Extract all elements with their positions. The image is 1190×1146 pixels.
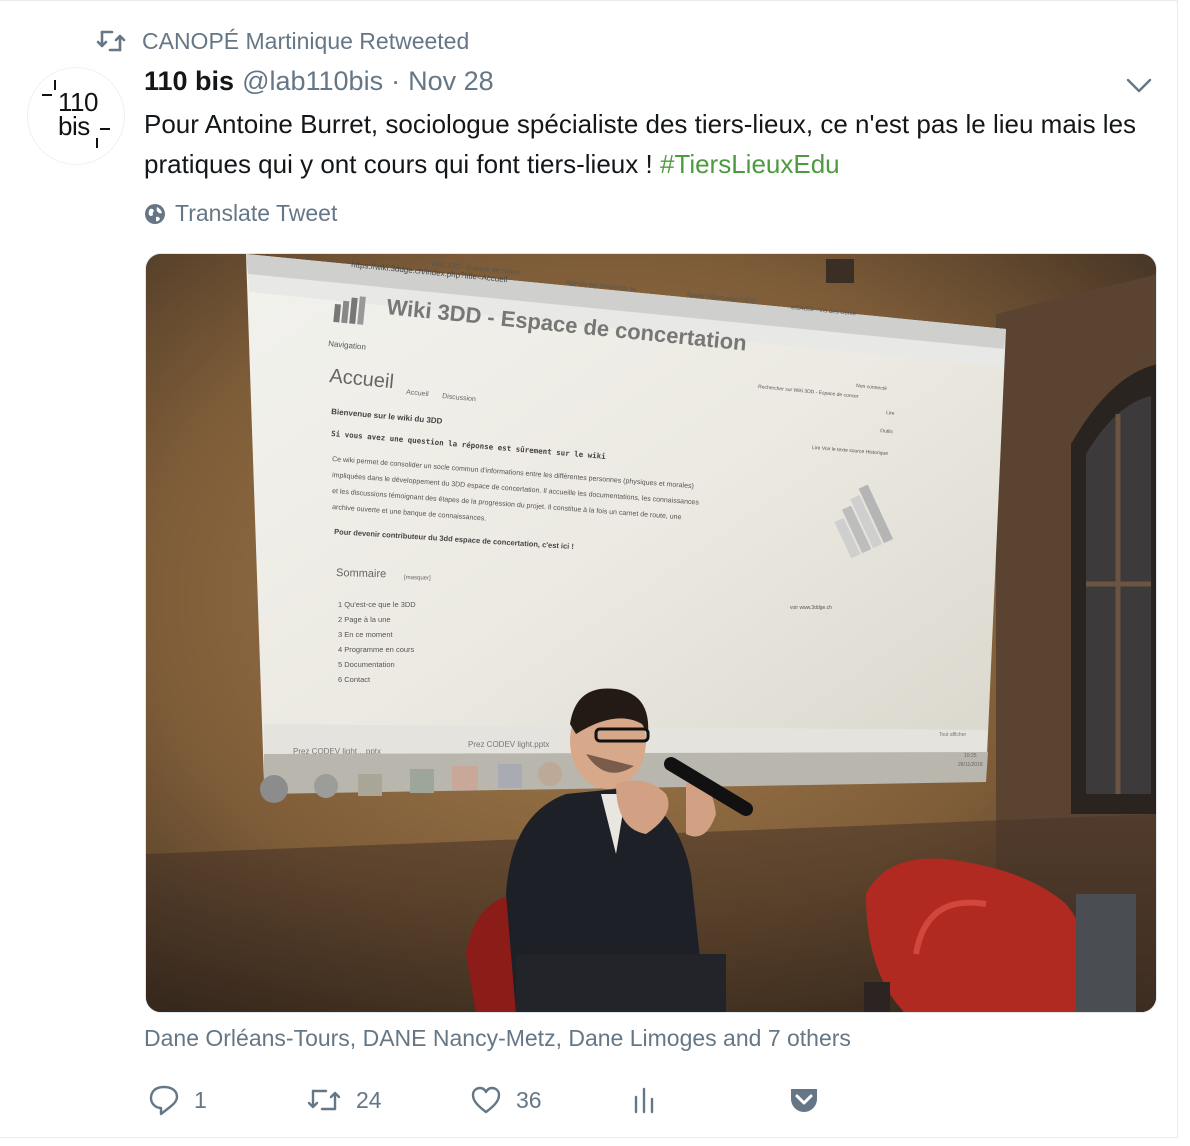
like-button[interactable]: 36: [470, 1078, 542, 1122]
taskbar-clock: 10:25: [964, 753, 977, 759]
taskbar-date: 28/11/2018: [958, 762, 983, 768]
translate-label: Translate Tweet: [175, 200, 338, 226]
logo-tick: [96, 138, 98, 148]
tweet-body: Pour Antoine Burret, sociologue spéciali…: [144, 109, 1137, 179]
wiki-toc-item: 5 Documentation: [338, 660, 395, 669]
reply-button[interactable]: 1: [148, 1078, 207, 1122]
retweet-count: 24: [356, 1086, 382, 1113]
retweet-button[interactable]: 24: [306, 1078, 382, 1122]
tweet-photo[interactable]: Wiki 3DD - Espace de conce Agenda des re…: [145, 253, 1157, 1013]
reply-icon: [149, 1085, 179, 1116]
wiki-toc-item: 4 Programme en cours: [338, 645, 415, 654]
analytics-button[interactable]: [632, 1078, 656, 1122]
retweet-icon: [96, 30, 126, 52]
heart-icon: [471, 1086, 501, 1114]
photo-illustration: Wiki 3DD - Espace de conce Agenda des re…: [146, 254, 1156, 1012]
author-handle[interactable]: @lab110bis: [242, 66, 383, 97]
retweet-icon: [307, 1089, 341, 1111]
cup: [864, 982, 890, 1012]
logo-text: 110 bis: [58, 89, 98, 141]
tweet-actions: 1 24 36: [144, 1078, 1144, 1122]
tagged-users[interactable]: Dane Orléans-Tours, DANE Nancy-Metz, Dan…: [144, 1025, 851, 1052]
author-name[interactable]: 110 bis: [144, 66, 234, 97]
wiki-see-link: voir www.3ddge.ch: [790, 605, 832, 611]
retweet-context[interactable]: CANOPÉ Martinique Retweeted: [96, 26, 469, 56]
download-item: Prez CODEV light.pptx: [468, 740, 549, 749]
like-count: 36: [516, 1086, 542, 1113]
wiki-toc-item: 2 Page à la une: [338, 615, 391, 624]
logo-line-2: bis: [58, 111, 90, 141]
tweet-text: Pour Antoine Burret, sociologue spéciali…: [144, 104, 1144, 184]
pocket-icon: [791, 1089, 817, 1112]
hashtag-link[interactable]: #TiersLieuxEdu: [660, 149, 840, 179]
wiki-toc-title: Sommaire: [336, 567, 386, 580]
tweet-header: 110 bis @lab110bis · Nov 28: [144, 66, 494, 97]
pocket-button[interactable]: [788, 1078, 820, 1122]
separator: ·: [391, 66, 401, 96]
translate-tweet-link[interactable]: Translate Tweet: [144, 200, 337, 227]
wiki-toc-item: 3 En ce moment: [338, 630, 394, 639]
tweet-card[interactable]: CANOPÉ Martinique Retweeted 110 bis 110 …: [0, 0, 1178, 1138]
globe-icon: [145, 203, 165, 224]
wiki-read: Lire: [886, 410, 895, 417]
logo-tick: [42, 94, 52, 96]
logo-tick: [100, 128, 110, 130]
reply-count: 1: [194, 1086, 207, 1113]
show-all: Tout afficher: [939, 732, 966, 738]
divider: [0, 0, 1178, 4]
chevron-down-icon[interactable]: [1124, 74, 1154, 98]
retweet-context-text: CANOPÉ Martinique Retweeted: [142, 27, 470, 54]
wiki-toc-item: 1 Qu'est-ce que le 3DD: [338, 600, 416, 609]
logo-tick: [54, 80, 56, 90]
wiki-toc-hide: [masquer]: [404, 575, 431, 582]
tweet-date[interactable]: Nov 28: [408, 66, 494, 97]
analytics-icon: [634, 1087, 654, 1114]
avatar[interactable]: 110 bis: [28, 68, 124, 164]
wiki-toc-item: 6 Contact: [338, 675, 371, 684]
